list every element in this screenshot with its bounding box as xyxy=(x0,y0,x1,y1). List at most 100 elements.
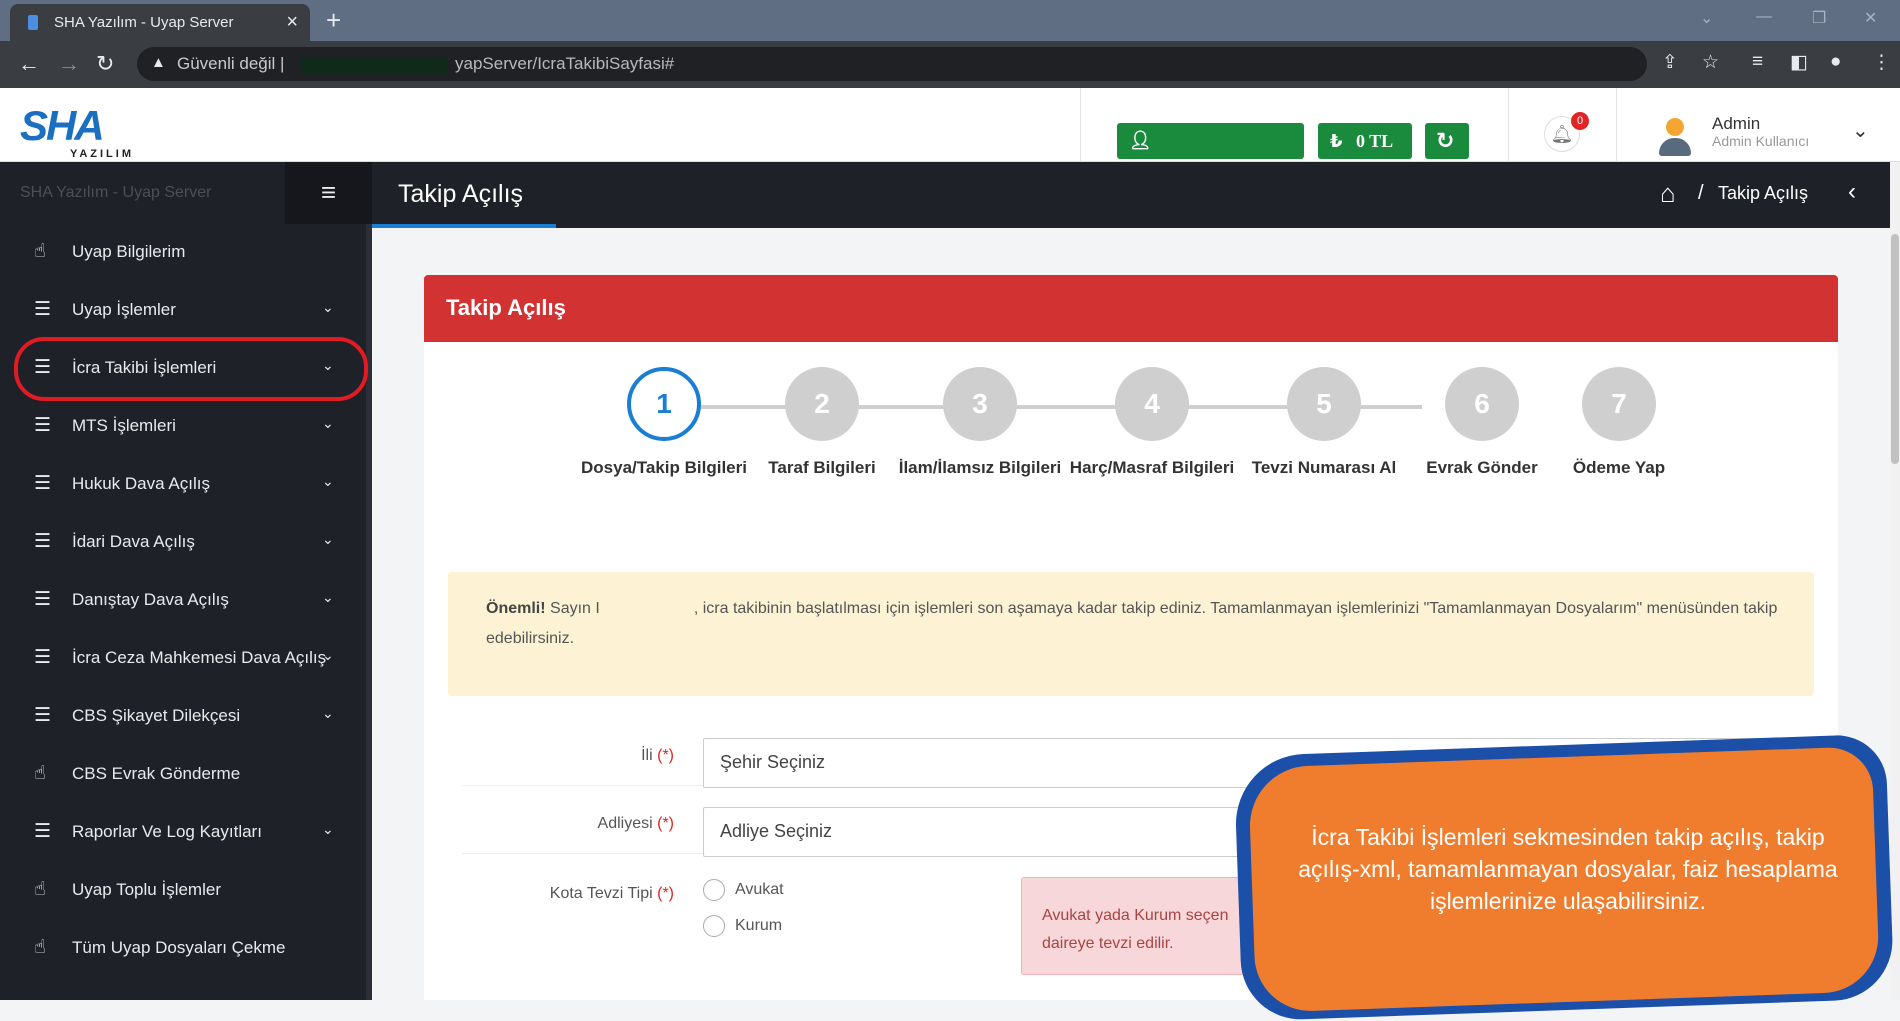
notice-box: Önemli! Sayın I, icra takibinin başlatıl… xyxy=(448,572,1814,696)
chevron-down-icon: ⌄ xyxy=(322,705,334,721)
header-divider xyxy=(1508,88,1509,162)
notice-prefix: Sayın I xyxy=(550,600,600,617)
logo-subtext: YAZILIM xyxy=(70,148,134,160)
sidebar-item-tum-dosyalar[interactable]: ☝︎ Tüm Uyap Dosyaları Çekme xyxy=(0,920,366,978)
sidebar-item-toplu-islemler[interactable]: ☝︎ Uyap Toplu İşlemler xyxy=(0,862,366,920)
address-bar[interactable]: ▲ Güvenli değil | yapServer/IcraTakibiSa… xyxy=(137,47,1647,81)
page-title: Takip Açılış xyxy=(398,180,524,208)
radio-avukat[interactable] xyxy=(703,879,725,901)
sidebar-item-label: Raporlar Ve Log Kayıtları xyxy=(72,822,262,841)
home-icon[interactable]: ⌂ xyxy=(1660,178,1676,209)
balance-button[interactable]: ₺ 0 TL xyxy=(1318,123,1412,159)
sidebar-item-mts[interactable]: ☰ MTS İşlemleri ⌄ xyxy=(0,398,366,456)
hand-pointer-icon: ☝︎ xyxy=(34,879,46,900)
hamburger-icon[interactable]: ≡ xyxy=(285,162,372,224)
user-account-button[interactable]: 👤︎ xyxy=(1117,123,1304,159)
refresh-icon: ↻ xyxy=(1436,128,1455,153)
step-label: Harç/Masraf Bilgileri xyxy=(1069,458,1235,477)
stack-icon: ☰ xyxy=(34,705,52,726)
header-divider xyxy=(1080,88,1081,162)
sidebar-brand: SHA Yazılım - Uyap Server xyxy=(20,184,212,201)
sidebar-item-label: Uyap İşlemler xyxy=(72,300,176,319)
callout-text: İcra Takibi İşlemleri sekmesinden takip … xyxy=(1298,824,1838,914)
chevron-down-icon: ⌄ xyxy=(322,647,334,663)
forward-icon[interactable]: → xyxy=(58,51,80,77)
sidebar-item-cbs-sikayet[interactable]: ☰ CBS Şikayet Dilekçesi ⌄ xyxy=(0,688,366,746)
chevron-down-icon[interactable]: ⌄ xyxy=(1700,8,1713,28)
stack-icon: ☰ xyxy=(34,821,52,842)
tab-title: SHA Yazılım - Uyap Server xyxy=(54,14,234,31)
chevron-down-icon: ⌄ xyxy=(322,821,334,837)
sidebar-item-hukuk-dava[interactable]: ☰ Hukuk Dava Açılış ⌄ xyxy=(0,456,366,514)
sidebar-item-danistay-dava[interactable]: ☰ Danıştay Dava Açılış ⌄ xyxy=(0,572,366,630)
callout-annotation: İcra Takibi İşlemleri sekmesinden takip … xyxy=(1233,733,1895,1021)
share-icon[interactable]: ⇪ xyxy=(1662,51,1678,74)
adliye-label: Adliyesi (*) xyxy=(597,815,674,832)
favicon-icon xyxy=(28,15,38,30)
url-text: yapServer/IcraTakibiSayfasi# xyxy=(455,54,675,73)
minimize-icon[interactable]: — xyxy=(1756,8,1772,26)
notice-bold: Önemli! xyxy=(486,600,546,617)
user-name[interactable]: Admin xyxy=(1712,114,1760,134)
chevron-down-icon: ⌄ xyxy=(322,415,334,431)
back-icon[interactable]: ← xyxy=(18,51,40,77)
browser-tabbar: SHA Yazılım - Uyap Server × + ⌄ — ❐ ✕ xyxy=(0,0,1900,41)
il-select-value: Şehir Seçiniz xyxy=(720,752,826,772)
step-number: 1 xyxy=(627,367,701,441)
sidebar-item-cbs-evrak[interactable]: ☝︎ CBS Evrak Gönderme xyxy=(0,746,366,804)
security-label: Güvenli değil | xyxy=(177,54,285,73)
breadcrumb-separator: / xyxy=(1698,182,1704,204)
app-header: SHA YAZILIM 👤︎ ₺ 0 TL ↻ 🔔︎ 0 Admin Admin… xyxy=(0,88,1900,162)
avatar[interactable] xyxy=(1656,118,1694,158)
user-role: Admin Kullanıcı xyxy=(1712,133,1810,149)
radio-kurum-label[interactable]: Kurum xyxy=(735,917,782,935)
scrollbar[interactable] xyxy=(1890,162,1900,1000)
chevron-down-icon: ⌄ xyxy=(322,299,334,315)
profile-icon[interactable]: ● xyxy=(1830,51,1841,73)
sidebar-item-icra-ceza[interactable]: ☰ İcra Ceza Mahkemesi Dava Açılış ⌄ xyxy=(0,630,366,688)
maximize-icon[interactable]: ❐ xyxy=(1812,8,1826,28)
hand-pointer-icon: ☝︎ xyxy=(34,241,46,262)
chevron-down-icon[interactable]: ⌄ xyxy=(1852,118,1869,143)
sidebar-item-label: CBS Evrak Gönderme xyxy=(72,764,241,783)
il-label: İli (*) xyxy=(641,747,674,764)
stack-icon: ☰ xyxy=(34,299,52,320)
sidebar-item-uyap-islemler[interactable]: ☰ Uyap İşlemler ⌄ xyxy=(0,282,366,340)
reload-icon[interactable]: ↻ xyxy=(96,51,114,77)
menu-dots-icon[interactable]: ⋮ xyxy=(1872,51,1891,74)
notice-text: , icra takibinin başlatılması için işlem… xyxy=(486,600,1778,647)
sidebar-item-label: MTS İşlemleri xyxy=(72,416,176,435)
sidebar-item-uyap-bilgilerim[interactable]: ☝︎ Uyap Bilgilerim xyxy=(0,224,366,282)
chevron-down-icon: ⌄ xyxy=(322,473,334,489)
balance-value: 0 TL xyxy=(1356,131,1394,151)
redacted-host xyxy=(302,57,447,73)
refresh-button[interactable]: ↻ xyxy=(1425,123,1469,159)
sidebar-item-label: Uyap Toplu İşlemler xyxy=(72,880,221,899)
title-underline xyxy=(372,224,556,228)
sidebar: SHA Yazılım - Uyap Server ≡ ☝︎ Uyap Bilg… xyxy=(0,162,372,1000)
chevron-down-icon: ⌄ xyxy=(322,531,334,547)
hand-pointer-icon: ☝︎ xyxy=(34,763,46,784)
step-number: 5 xyxy=(1287,367,1361,441)
sidepanel-icon[interactable]: ◧ xyxy=(1790,51,1808,74)
sidebar-item-label: CBS Şikayet Dilekçesi xyxy=(72,706,241,725)
step-number: 3 xyxy=(943,367,1017,441)
kota-label: Kota Tevzi Tipi (*) xyxy=(549,885,674,902)
sidebar-item-label: Uyap Bilgilerim xyxy=(72,242,186,261)
radio-avukat-label[interactable]: Avukat xyxy=(735,881,784,899)
adliye-select-value: Adliye Seçiniz xyxy=(720,821,833,841)
logo-text: SHA xyxy=(20,102,105,149)
logo[interactable]: SHA YAZILIM xyxy=(20,102,131,160)
window-close-icon[interactable]: ✕ xyxy=(1864,8,1877,28)
bookmark-star-icon[interactable]: ☆ xyxy=(1702,51,1719,74)
new-tab-icon[interactable]: + xyxy=(326,5,341,36)
radio-kurum[interactable] xyxy=(703,915,725,937)
sidebar-item-raporlar[interactable]: ☰ Raporlar Ve Log Kayıtları ⌄ xyxy=(0,804,366,862)
tab-close-icon[interactable]: × xyxy=(286,11,298,34)
stack-icon: ☰ xyxy=(34,531,52,552)
chevron-left-icon[interactable]: ‹ xyxy=(1848,178,1856,206)
sidebar-item-idari-dava[interactable]: ☰ İdari Dava Açılış ⌄ xyxy=(0,514,366,572)
step-label: Ödeme Yap xyxy=(1572,458,1666,477)
media-icon[interactable]: ≡ xyxy=(1752,51,1763,73)
browser-tab[interactable]: SHA Yazılım - Uyap Server × xyxy=(10,4,310,41)
